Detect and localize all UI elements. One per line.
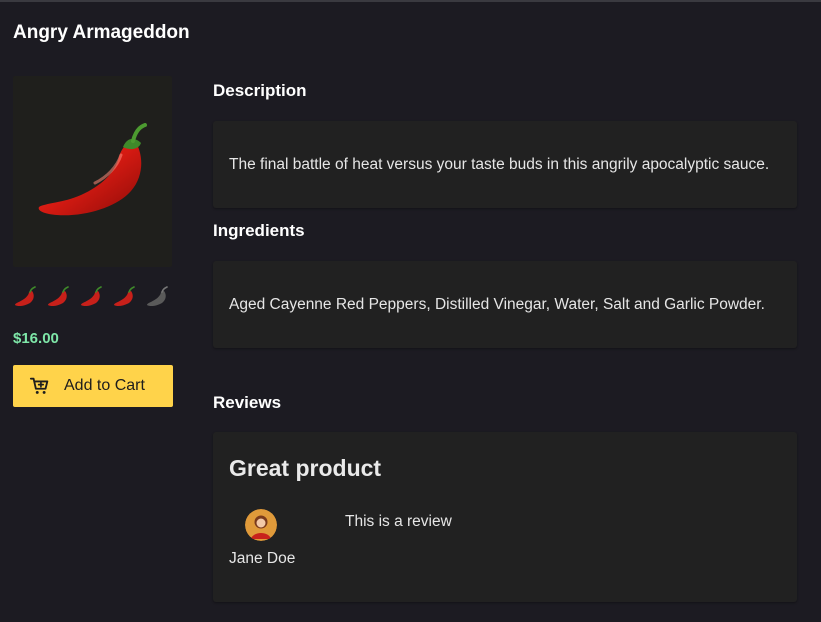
- reviewer-avatar: [245, 509, 277, 541]
- pepper-rating-filled-icon: [15, 286, 36, 307]
- product-price: $16.00: [13, 330, 59, 347]
- pepper-rating-empty-icon: [147, 286, 168, 307]
- description-heading: Description: [213, 81, 307, 100]
- ingredients-text: Aged Cayenne Red Peppers, Distilled Vine…: [229, 296, 765, 313]
- top-divider: [0, 0, 821, 2]
- reviewer-name: Jane Doe: [229, 550, 296, 567]
- add-to-cart-button[interactable]: Add to Cart: [13, 365, 173, 407]
- description-text: The final battle of heat versus your tas…: [229, 156, 770, 173]
- heat-rating: [13, 286, 169, 308]
- add-to-cart-label: Add to Cart: [64, 377, 145, 394]
- review-card: Great product Jane Doe This is a review: [213, 432, 797, 602]
- add-to-cart-icon: [29, 377, 49, 394]
- product-image: [13, 76, 172, 267]
- pepper-rating-filled-icon: [81, 286, 102, 307]
- pepper-rating-filled-icon: [48, 286, 69, 307]
- product-title: Angry Armageddon: [13, 22, 190, 43]
- reviews-heading: Reviews: [213, 393, 282, 412]
- ingredients-panel: Aged Cayenne Red Peppers, Distilled Vine…: [213, 261, 797, 348]
- ingredients-heading: Ingredients: [213, 221, 305, 240]
- pepper-rating-filled-icon: [114, 286, 135, 307]
- description-panel: The final battle of heat versus your tas…: [213, 121, 797, 208]
- review-title: Great product: [229, 455, 382, 481]
- chili-pepper-icon: [38, 123, 147, 216]
- review-body: This is a review: [345, 513, 452, 530]
- avatar-portrait-icon: [245, 509, 277, 541]
